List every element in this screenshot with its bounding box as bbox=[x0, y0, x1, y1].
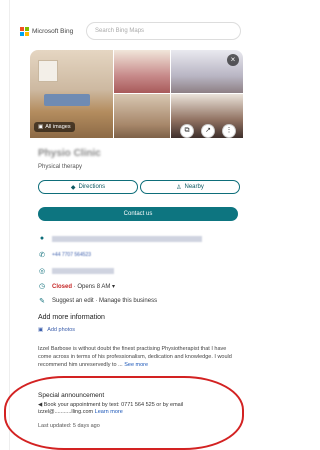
see-more-link[interactable]: See more bbox=[124, 362, 148, 368]
brand-label: Microsoft Bing bbox=[32, 27, 74, 35]
add-photos-link[interactable]: ▣ Add photos bbox=[38, 327, 75, 333]
camera-icon: ▣ bbox=[38, 327, 44, 333]
add-more-information-heading: Add more information bbox=[38, 314, 105, 321]
location-pin-icon: ● bbox=[39, 235, 45, 242]
red-highlight-circle bbox=[4, 376, 244, 450]
bing-logo[interactable]: Microsoft Bing bbox=[20, 26, 86, 36]
hours-row[interactable]: ◷ Closed · Opens 8 AM ▾ bbox=[38, 282, 115, 290]
contact-us-button[interactable]: Contact us bbox=[38, 207, 238, 221]
microsoft-logo-icon bbox=[20, 26, 29, 36]
closed-status: Closed bbox=[52, 283, 73, 290]
gallery-photo[interactable] bbox=[114, 50, 170, 93]
website-link[interactable] bbox=[52, 268, 114, 274]
suggest-edit-text[interactable]: Suggest an edit · Manage this business bbox=[52, 298, 157, 304]
left-edge bbox=[0, 0, 10, 450]
all-images-button[interactable]: ▣ All images bbox=[34, 122, 75, 132]
pencil-icon: ✎ bbox=[39, 298, 45, 305]
website-row[interactable]: ◎ bbox=[38, 267, 114, 275]
suggest-edit-row[interactable]: ✎ Suggest an edit · Manage this business bbox=[38, 297, 157, 305]
directions-button[interactable]: ◆ Directions bbox=[38, 180, 138, 194]
globe-icon: ◎ bbox=[38, 268, 46, 275]
search-input[interactable]: Search Bing Maps bbox=[86, 22, 241, 40]
share-icon[interactable]: ↗ bbox=[201, 124, 215, 138]
hours-text[interactable]: · Opens 8 AM ▾ bbox=[74, 284, 115, 290]
copy-icon[interactable]: ⧉ bbox=[180, 124, 194, 138]
address-row[interactable]: ● bbox=[38, 235, 202, 242]
header-bar: Microsoft Bing Search Bing Maps bbox=[20, 16, 245, 46]
clock-icon: ◷ bbox=[38, 283, 46, 290]
phone-row[interactable]: ✆ +44 7707 564523 bbox=[38, 251, 112, 259]
phone-text[interactable]: +44 7707 564523 bbox=[52, 252, 112, 258]
directions-icon: ◆ bbox=[70, 184, 76, 191]
image-icon: ▣ bbox=[38, 124, 44, 130]
nearby-button[interactable]: ♙ Nearby bbox=[140, 180, 240, 194]
nearby-icon: ♙ bbox=[176, 184, 182, 191]
business-name: Physio Clinic bbox=[38, 148, 101, 159]
business-category: Physical therapy bbox=[38, 164, 83, 170]
address-text bbox=[52, 235, 202, 242]
review-snippet: Izzel Barbose is without doubt the fines… bbox=[38, 346, 232, 368]
phone-icon: ✆ bbox=[39, 252, 45, 259]
gallery-photo[interactable] bbox=[114, 94, 170, 138]
close-icon[interactable]: × bbox=[227, 54, 239, 66]
more-options-icon[interactable]: ⋮ bbox=[222, 124, 236, 138]
